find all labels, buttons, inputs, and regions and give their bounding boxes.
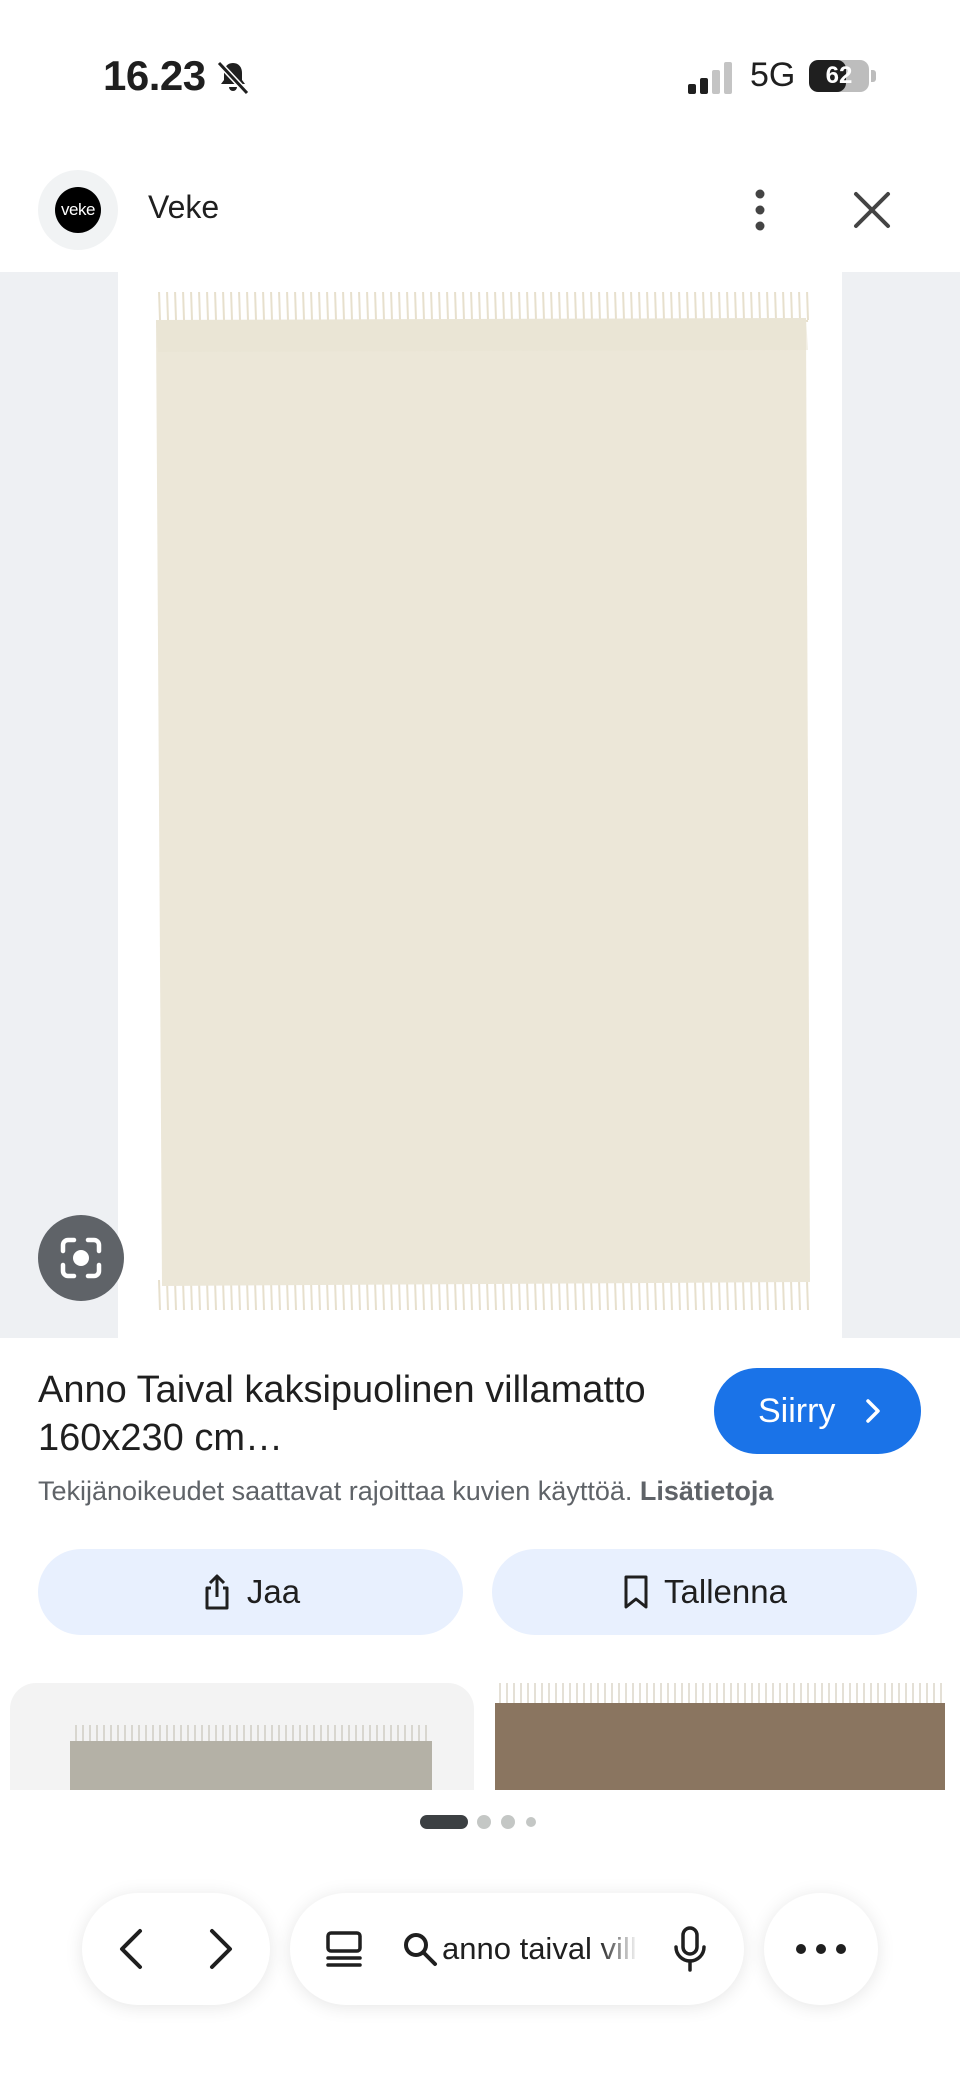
more-vert-icon[interactable] xyxy=(748,186,772,234)
page-dot xyxy=(526,1817,536,1827)
status-time: 16.23 xyxy=(103,52,206,99)
network-type: 5G xyxy=(750,56,796,94)
page-dot xyxy=(501,1815,515,1829)
forward-arrow-icon[interactable] xyxy=(200,1927,240,1971)
back-arrow-icon[interactable] xyxy=(112,1927,152,1971)
search-icon xyxy=(404,1933,437,1966)
save-label: Tallenna xyxy=(664,1573,787,1610)
battery-icon: 62 xyxy=(809,60,876,92)
silent-bell-icon xyxy=(216,60,250,96)
brown-rug-thumbnail xyxy=(495,1683,945,1790)
chevron-right-icon xyxy=(866,1399,880,1423)
share-label: Jaa xyxy=(246,1573,301,1610)
page-dot xyxy=(477,1815,491,1829)
history-navigation xyxy=(82,1893,270,2005)
page-indicator xyxy=(420,1815,536,1829)
tabs-icon[interactable] xyxy=(324,1929,364,1969)
visit-site-button[interactable]: Siirry xyxy=(714,1368,921,1454)
site-logo[interactable]: veke xyxy=(55,187,101,233)
copyright-notice: Tekijänoikeudet saattavat rajoittaa kuvi… xyxy=(38,1476,773,1507)
grey-rug-thumbnail xyxy=(70,1725,432,1790)
search-query[interactable]: anno taival villamatto xyxy=(442,1893,638,2005)
visit-site-label: Siirry xyxy=(758,1392,836,1430)
more-horiz-icon xyxy=(796,1944,846,1954)
more-info-link[interactable]: Lisätietoja xyxy=(640,1476,774,1506)
result-title[interactable]: Anno Taival kaksipuolinen villamatto 160… xyxy=(38,1366,658,1462)
lens-search-button[interactable] xyxy=(38,1215,124,1301)
page-dot-active xyxy=(420,1815,468,1829)
battery-percent: 62 xyxy=(825,62,853,89)
site-name[interactable]: Veke xyxy=(148,189,219,226)
save-button[interactable]: Tallenna xyxy=(492,1549,917,1635)
microphone-icon[interactable] xyxy=(672,1925,708,1973)
rug-product-image[interactable] xyxy=(148,290,816,1312)
related-image-1[interactable] xyxy=(10,1683,474,1790)
search-bar[interactable]: anno taival villamatto xyxy=(290,1893,744,2005)
more-options-button[interactable] xyxy=(764,1893,878,2005)
cellular-signal-icon xyxy=(688,62,732,94)
share-button[interactable]: Jaa xyxy=(38,1549,463,1635)
copyright-text: Tekijänoikeudet saattavat rajoittaa kuvi… xyxy=(38,1476,633,1506)
lens-icon xyxy=(60,1237,102,1279)
close-icon[interactable] xyxy=(852,190,892,230)
share-icon xyxy=(205,1574,229,1610)
bookmark-icon xyxy=(624,1575,648,1609)
related-image-2[interactable] xyxy=(490,1683,950,1790)
